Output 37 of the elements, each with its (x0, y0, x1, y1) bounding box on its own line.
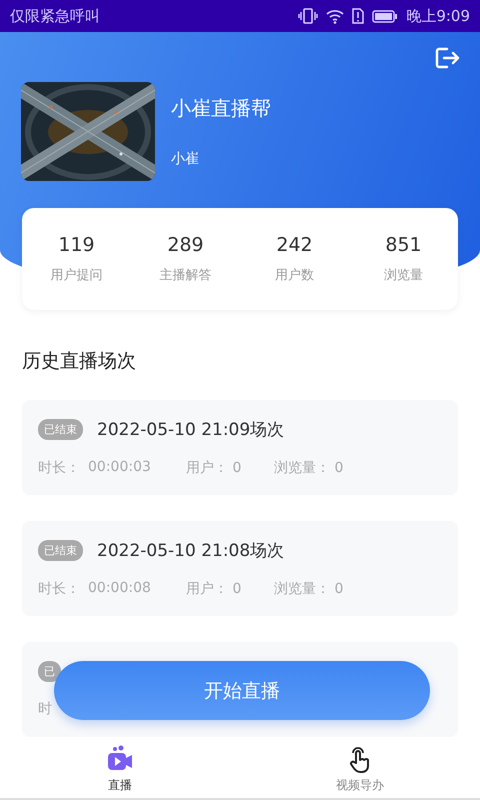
stat-value: 119 (58, 234, 95, 256)
channel-title: 小崔直播帮 (171, 95, 271, 122)
stat-value: 289 (167, 234, 204, 256)
duration-value: 00:00:08 (88, 580, 152, 598)
session-card[interactable]: 已结束 2022-05-10 21:09场次 时长： 00:00:03 用户： 0 浏览量： 0 (22, 400, 458, 495)
duration-label: 时 (38, 700, 52, 718)
nav-tab[interactable]: 直播 (0, 740, 240, 798)
view-count: 浏览量： 0 (274, 459, 344, 477)
vibrate-icon (298, 8, 318, 24)
stat-label: 浏览量 (384, 267, 423, 284)
duration-label: 时长： (38, 580, 80, 598)
stat-label: 用户数 (275, 267, 314, 284)
user-count: 用户： 0 (186, 580, 242, 598)
status-text: 仅限紧急呼叫 (10, 6, 100, 26)
section-title: 历史直播场次 (22, 349, 137, 374)
user-count: 用户： 0 (186, 459, 242, 477)
status-badge: 已 (38, 661, 61, 682)
stat-value: 851 (385, 234, 422, 256)
session-title: 2022-05-10 21:09场次 (97, 419, 284, 441)
view-count: 浏览量： 0 (274, 580, 344, 598)
user-name: 小崔 (171, 150, 200, 168)
status-badge: 已结束 (38, 540, 83, 561)
nav-tab[interactable]: 视频导办 (240, 740, 480, 798)
logout-icon[interactable] (434, 46, 460, 70)
session-card[interactable]: 已结束 2022-05-10 21:08场次 时长： 00:00:08 用户： 0 浏览量： 0 (22, 521, 458, 616)
duration-value: 00:00:03 (88, 459, 152, 477)
session-title: 2022-05-10 21:08场次 (97, 540, 284, 562)
stat-label: 主播解答 (160, 267, 212, 284)
stat-label: 用户提问 (50, 267, 102, 284)
wifi-icon (326, 8, 344, 24)
video-camera-icon (106, 744, 134, 772)
clock-time: 晚上9:09 (406, 6, 470, 26)
battery-icon (372, 10, 398, 22)
stat-value: 242 (276, 234, 313, 256)
sim-alert-icon (352, 8, 364, 24)
status-badge: 已结束 (38, 419, 83, 440)
duration-label: 时长： (38, 459, 80, 477)
